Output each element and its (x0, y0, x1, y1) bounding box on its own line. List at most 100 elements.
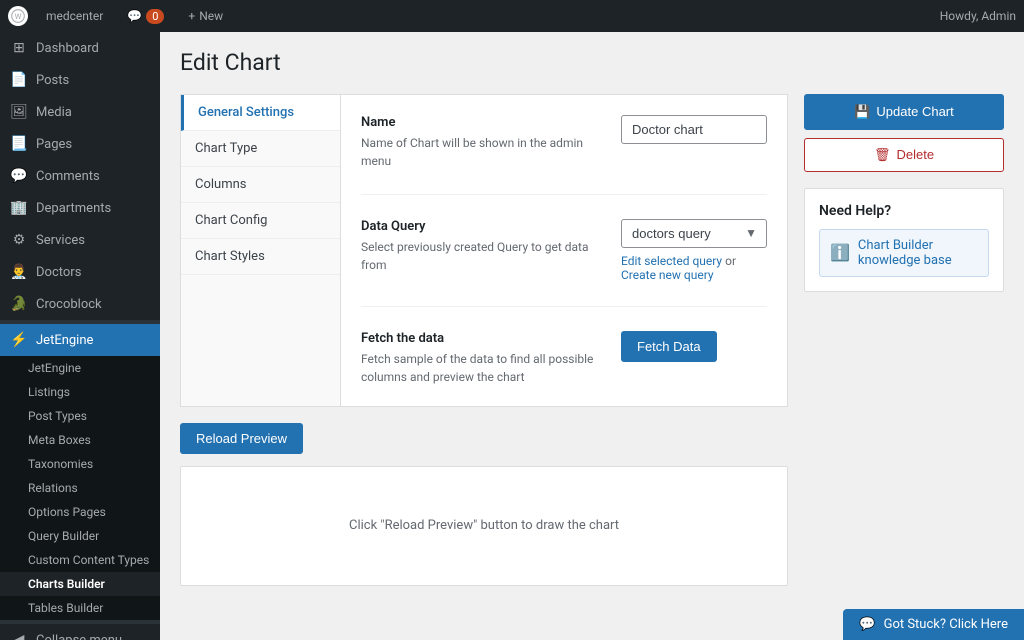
comments-icon: 💬 (10, 167, 28, 185)
data-query-select[interactable]: doctors query (621, 219, 767, 248)
sidebar-item-label: Media (36, 105, 72, 120)
adminbar-new-label: New (199, 9, 223, 23)
content-area: Edit Chart General Settings Chart Type C (160, 32, 1024, 640)
update-chart-button[interactable]: 💾 Update Chart (804, 94, 1004, 130)
adminbar-new[interactable]: + New (182, 9, 229, 23)
settings-content: Name Name of Chart will be shown in the … (340, 94, 788, 407)
plus-icon: + (188, 9, 195, 23)
collapse-label: Collapse menu (36, 633, 122, 640)
sidebar-item-media[interactable]: 🖼 Media (0, 96, 160, 128)
help-title: Need Help? (819, 203, 989, 219)
sidebar-item-charts-builder[interactable]: Charts Builder (0, 572, 160, 596)
sidebar-item-options-pages[interactable]: Options Pages (0, 500, 160, 524)
fetch-form-row: Fetch the data Fetch sample of the data … (361, 331, 767, 386)
or-text: or (725, 254, 736, 268)
edit-selected-query-link[interactable]: Edit selected query (621, 254, 722, 268)
reload-preview-button[interactable]: Reload Preview (180, 423, 303, 454)
sidebar-item-label: Comments (36, 169, 100, 184)
name-form-row: Name Name of Chart will be shown in the … (361, 115, 767, 195)
tab-general-settings[interactable]: General Settings (181, 95, 340, 131)
help-link-label: Chart Builder knowledge base (858, 238, 978, 268)
data-query-select-wrapper: doctors query ▼ (621, 219, 767, 248)
sidebar-item-jetengine-parent[interactable]: ⚡ JetEngine (0, 324, 160, 356)
got-stuck-icon: 💬 (859, 617, 875, 632)
wp-logo[interactable]: W (8, 6, 28, 26)
posts-icon: 📄 (10, 71, 28, 89)
collapse-icon: ◀ (10, 631, 28, 640)
query-builder-label: Query Builder (28, 529, 99, 543)
query-links: Edit selected query or Create new query (621, 254, 767, 282)
info-icon: ℹ️ (830, 243, 850, 262)
sidebar-item-label: Services (36, 233, 85, 248)
save-icon: 💾 (854, 104, 870, 120)
delete-label: Delete (896, 147, 934, 162)
custom-content-types-label: Custom Content Types (28, 553, 149, 567)
doctors-icon: 👨‍⚕ (10, 263, 28, 281)
sidebar-item-services[interactable]: ⚙ Services (0, 224, 160, 256)
jetengine-sub-label: JetEngine (28, 361, 81, 375)
sidebar-item-label: JetEngine (36, 333, 93, 348)
dashboard-icon: ⊞ (10, 39, 28, 57)
sidebar-item-departments[interactable]: 🏢 Departments (0, 192, 160, 224)
tab-columns[interactable]: Columns (181, 167, 340, 203)
sidebar-item-post-types[interactable]: Post Types (0, 404, 160, 428)
admin-bar: W medcenter 💬 0 + New Howdy, Admin (0, 0, 1024, 32)
help-knowledge-base-link[interactable]: ℹ️ Chart Builder knowledge base (819, 229, 989, 277)
tab-chart-type[interactable]: Chart Type (181, 131, 340, 167)
got-stuck-label: Got Stuck? Click Here (884, 617, 1008, 632)
trash-icon: 🗑 (874, 147, 891, 163)
collapse-menu[interactable]: ◀ Collapse menu (0, 624, 160, 640)
sidebar-item-jetengine[interactable]: JetEngine (0, 356, 160, 380)
listings-label: Listings (28, 385, 70, 399)
media-icon: 🖼 (10, 103, 28, 121)
jetengine-icon: ⚡ (10, 331, 28, 349)
sidebar-item-tables-builder[interactable]: Tables Builder (0, 596, 160, 620)
preview-hint-text: Click "Reload Preview" button to draw th… (349, 518, 619, 533)
adminbar-howdy: Howdy, Admin (940, 9, 1016, 23)
sidebar-item-relations[interactable]: Relations (0, 476, 160, 500)
relations-label: Relations (28, 481, 78, 495)
services-icon: ⚙ (10, 231, 28, 249)
sidebar-item-listings[interactable]: Listings (0, 380, 160, 404)
create-new-query-link[interactable]: Create new query (621, 268, 714, 282)
sidebar-item-label: Crocoblock (36, 297, 102, 312)
sidebar-item-custom-content-types[interactable]: Custom Content Types (0, 548, 160, 572)
sidebar-item-label: Pages (36, 137, 72, 152)
taxonomies-label: Taxonomies (28, 457, 93, 471)
name-label: Name (361, 115, 601, 130)
tab-chart-config[interactable]: Chart Config (181, 203, 340, 239)
sidebar-item-crocoblock[interactable]: 🐊 Crocoblock (0, 288, 160, 320)
fetch-label: Fetch the data (361, 331, 601, 346)
comment-icon: 💬 (127, 9, 142, 23)
sidebar-item-comments[interactable]: 💬 Comments (0, 160, 160, 192)
svg-text:W: W (15, 12, 22, 21)
comments-badge: 0 (146, 9, 164, 24)
meta-boxes-label: Meta Boxes (28, 433, 91, 447)
sidebar-item-query-builder[interactable]: Query Builder (0, 524, 160, 548)
fetch-hint: Fetch sample of the data to find all pos… (361, 350, 601, 386)
sidebar-item-label: Dashboard (36, 41, 99, 56)
delete-button[interactable]: 🗑 Delete (804, 138, 1004, 172)
update-chart-label: Update Chart (876, 104, 953, 119)
tab-chart-styles[interactable]: Chart Styles (181, 239, 340, 275)
options-pages-label: Options Pages (28, 505, 106, 519)
got-stuck-bar[interactable]: 💬 Got Stuck? Click Here (843, 609, 1024, 640)
sidebar-item-posts[interactable]: 📄 Posts (0, 64, 160, 96)
adminbar-comments[interactable]: 💬 0 (121, 9, 170, 24)
sidebar-item-pages[interactable]: 📃 Pages (0, 128, 160, 160)
post-types-label: Post Types (28, 409, 87, 423)
pages-icon: 📃 (10, 135, 28, 153)
sidebar-item-taxonomies[interactable]: Taxonomies (0, 452, 160, 476)
sidebar-item-dashboard[interactable]: ⊞ Dashboard (0, 32, 160, 64)
left-panel: General Settings Chart Type Columns Char… (180, 94, 340, 407)
name-input[interactable] (621, 115, 767, 144)
page-title: Edit Chart (180, 48, 1004, 78)
fetch-data-button[interactable]: Fetch Data (621, 331, 717, 362)
sidebar-item-meta-boxes[interactable]: Meta Boxes (0, 428, 160, 452)
sidebar-item-label: Doctors (36, 265, 81, 280)
crocoblock-icon: 🐊 (10, 295, 28, 313)
sidebar-item-label: Departments (36, 201, 111, 216)
sidebar-item-doctors[interactable]: 👨‍⚕ Doctors (0, 256, 160, 288)
charts-builder-label: Charts Builder (28, 577, 105, 591)
adminbar-site[interactable]: medcenter (40, 9, 109, 23)
